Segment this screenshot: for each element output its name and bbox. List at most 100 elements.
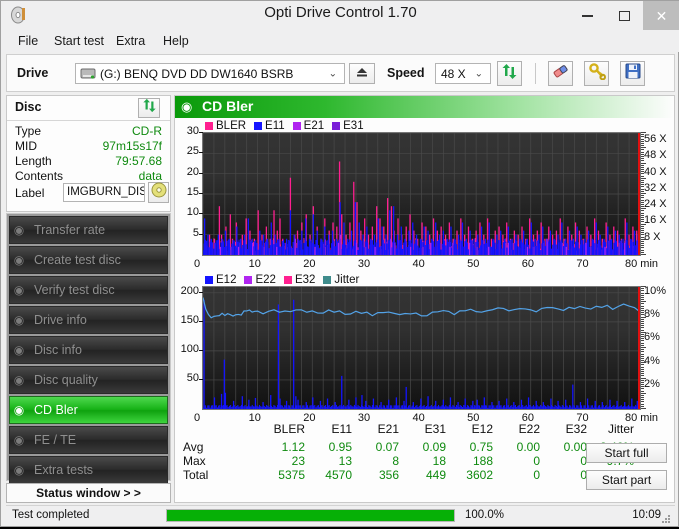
refresh-button[interactable]	[497, 61, 522, 86]
stats-column-header: E12	[471, 422, 493, 436]
y2-minor-tick	[641, 149, 644, 151]
stats-cell: 1.12	[281, 440, 305, 454]
disc-bler-icon: ◉	[13, 403, 25, 417]
y-tick	[199, 132, 203, 133]
y-tick	[199, 233, 203, 235]
sidebar-item-disc-info[interactable]: ◉ Disc info	[9, 336, 168, 364]
disc-row-key: Type	[15, 124, 42, 138]
disc-row-value: 97m15s17f	[102, 139, 162, 153]
y2-minor-tick	[641, 347, 646, 348]
y-tick	[199, 349, 203, 351]
y2-minor-tick	[641, 373, 644, 375]
disc-verify-icon: ◉	[13, 283, 25, 297]
disc-refresh-button[interactable]	[138, 98, 160, 118]
stats-column-header: E11	[331, 422, 352, 436]
start-part-button[interactable]: Start part	[586, 470, 667, 490]
save-button[interactable]	[620, 61, 645, 86]
chevron-down-icon: ⌄	[474, 68, 483, 79]
disc-row-key: Contents	[15, 169, 64, 183]
stats-cell: 356	[378, 468, 399, 482]
stats-row-label: Total	[183, 468, 209, 482]
speed-select[interactable]: 48 X ⌄	[435, 63, 491, 84]
sidebar-item-drive-info[interactable]: ◉ Drive info	[9, 306, 168, 334]
y2-minor-tick	[641, 136, 644, 138]
y2-minor-tick	[641, 379, 644, 381]
sidebar-item-cd-bler[interactable]: ◉ CD Bler	[9, 396, 168, 424]
maximize-button[interactable]	[606, 1, 643, 30]
legend-item-e31: E31	[332, 120, 364, 132]
drive-select[interactable]: (G:) BENQ DVD DD DW1640 BSRB ⌄	[75, 63, 345, 84]
y2-minor-tick	[641, 158, 644, 160]
elapsed-time: 10:09	[632, 509, 661, 521]
sidebar-item-fe-te[interactable]: ◉ FE / TE	[9, 426, 168, 454]
y2-minor-tick	[641, 327, 644, 329]
legend-label: BLER	[216, 120, 247, 132]
start-full-button[interactable]: Start full	[586, 443, 667, 463]
x-tick-label: 10	[248, 258, 261, 270]
sidebar-item-label: Disc quality	[34, 373, 98, 387]
sidebar-item-verify-test-disc[interactable]: ◉ Verify test disc	[9, 276, 168, 304]
minimize-button[interactable]	[569, 1, 606, 30]
y2-tick-label: 16 X	[644, 214, 667, 227]
x-tick-label: 70	[576, 258, 589, 270]
disc-row-value: CD-R	[132, 124, 162, 138]
menu-item-file[interactable]: File	[13, 33, 43, 49]
x-tick-label: 30	[357, 258, 371, 270]
progress-fill	[167, 510, 454, 521]
close-button[interactable]: ✕	[643, 1, 679, 30]
stats-cell: 188	[472, 454, 493, 468]
y-tick	[199, 213, 203, 215]
y2-minor-tick	[641, 169, 644, 171]
stats-cell: 0.00	[563, 440, 587, 454]
stats-cell: 0	[580, 468, 587, 482]
y2-minor-tick	[641, 386, 644, 388]
drive-toolbar: Drive (G:) BENQ DVD DD DW1640 BSRB ⌄ Spe	[6, 54, 675, 92]
sidebar-item-create-test-disc[interactable]: ◉ Create test disc	[9, 246, 168, 274]
menu-item-start-test[interactable]: Start test	[49, 33, 109, 49]
y2-minor-tick	[641, 370, 644, 372]
y2-minor-tick	[641, 151, 644, 153]
y2-minor-tick	[641, 232, 644, 234]
disc-create-icon: ◉	[13, 253, 25, 267]
sidebar-item-extra-tests[interactable]: ◉ Extra tests	[9, 456, 168, 484]
resize-grip-icon[interactable]	[661, 511, 671, 523]
y2-minor-tick	[641, 195, 644, 197]
legend-label: E21	[303, 120, 325, 132]
erase-button[interactable]	[548, 61, 573, 86]
maximize-icon	[619, 10, 630, 21]
menu-item-help[interactable]: Help	[158, 33, 194, 49]
y2-minor-tick	[641, 227, 644, 229]
status-window-button[interactable]: Status window > >	[6, 483, 171, 503]
stats-cell: 0.95	[328, 440, 352, 454]
sidebar-item-transfer-rate[interactable]: ◉ Transfer rate	[9, 216, 168, 244]
y2-minor-tick	[641, 238, 646, 240]
y2-minor-tick	[641, 299, 644, 301]
disc-label-button[interactable]	[148, 182, 169, 203]
y2-minor-tick	[641, 221, 644, 223]
key-button[interactable]	[584, 61, 609, 86]
disc-row-value: 79:57.68	[115, 154, 162, 168]
key-icon	[588, 62, 606, 85]
y-tick	[199, 172, 203, 174]
x-tick-label: 0	[194, 258, 201, 270]
y-tick	[199, 152, 203, 154]
y2-minor-tick	[641, 320, 644, 322]
menu-item-extra[interactable]: Extra	[111, 33, 150, 49]
disc-label-input[interactable]: IMGBURN_DIS	[63, 183, 145, 202]
y2-minor-tick	[641, 243, 644, 245]
eject-button[interactable]	[349, 63, 375, 84]
y2-minor-tick	[641, 182, 644, 184]
disc-info-icon: ◉	[13, 343, 25, 357]
drive-label: Drive	[17, 66, 49, 80]
drive-icon	[80, 66, 96, 84]
stats-cell: 0.09	[422, 440, 446, 454]
legend-label: Jitter	[334, 274, 360, 286]
y-tick-label: 25	[186, 145, 199, 158]
y2-minor-tick	[641, 307, 644, 309]
stats-column-header: E31	[424, 422, 446, 436]
y2-minor-tick	[641, 312, 644, 314]
legend-item-e11: E11	[254, 120, 285, 132]
y2-minor-tick	[641, 140, 644, 142]
y2-tick-label: 48 X	[644, 149, 667, 162]
sidebar-item-disc-quality[interactable]: ◉ Disc quality	[9, 366, 168, 394]
